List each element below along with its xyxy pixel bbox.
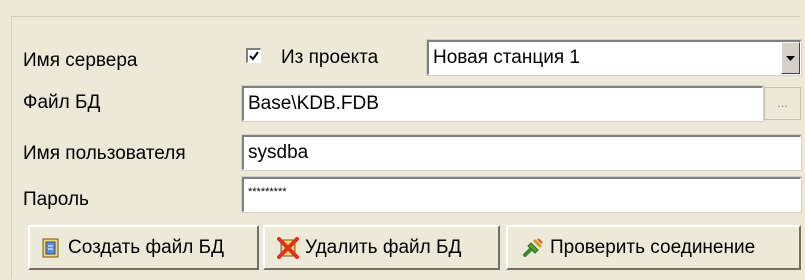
db-file-label: Файл БД (23, 92, 101, 113)
password-input[interactable]: ********* (241, 176, 802, 213)
test-connection-label: Проверить соединение (550, 236, 756, 258)
user-input[interactable]: sysdba (241, 134, 802, 171)
from-project-checkbox[interactable] (246, 48, 261, 63)
delete-db-file-button[interactable]: Удалить файл БД (263, 225, 500, 270)
test-connection-button[interactable]: Проверить соединение (506, 225, 801, 270)
server-dropdown-button[interactable] (781, 42, 800, 74)
user-label: Имя пользователя (23, 143, 186, 164)
password-value: ********* (248, 186, 287, 198)
db-file-input[interactable]: Base\KDB.FDB (241, 85, 764, 122)
delete-db-file-label: Удалить файл БД (305, 236, 462, 258)
create-db-file-label: Создать файл БД (68, 236, 224, 258)
db-file-value: Base\KDB.FDB (248, 93, 379, 114)
browse-db-file-button[interactable]: ... (764, 87, 801, 120)
user-value: sysdba (248, 142, 309, 163)
plug-connection-icon (523, 237, 543, 257)
password-label: Пароль (23, 189, 89, 210)
db-file-icon (42, 238, 59, 257)
checkmark-icon (249, 51, 259, 61)
server-combobox-value: Новая станция 1 (433, 47, 580, 68)
server-combobox[interactable]: Новая станция 1 (426, 39, 802, 76)
delete-x-icon (277, 236, 299, 259)
create-db-file-button[interactable]: Создать файл БД (28, 225, 259, 270)
server-label: Имя сервера (23, 50, 138, 71)
from-project-label[interactable]: Из проекта (281, 47, 378, 69)
chevron-down-icon (786, 56, 795, 61)
